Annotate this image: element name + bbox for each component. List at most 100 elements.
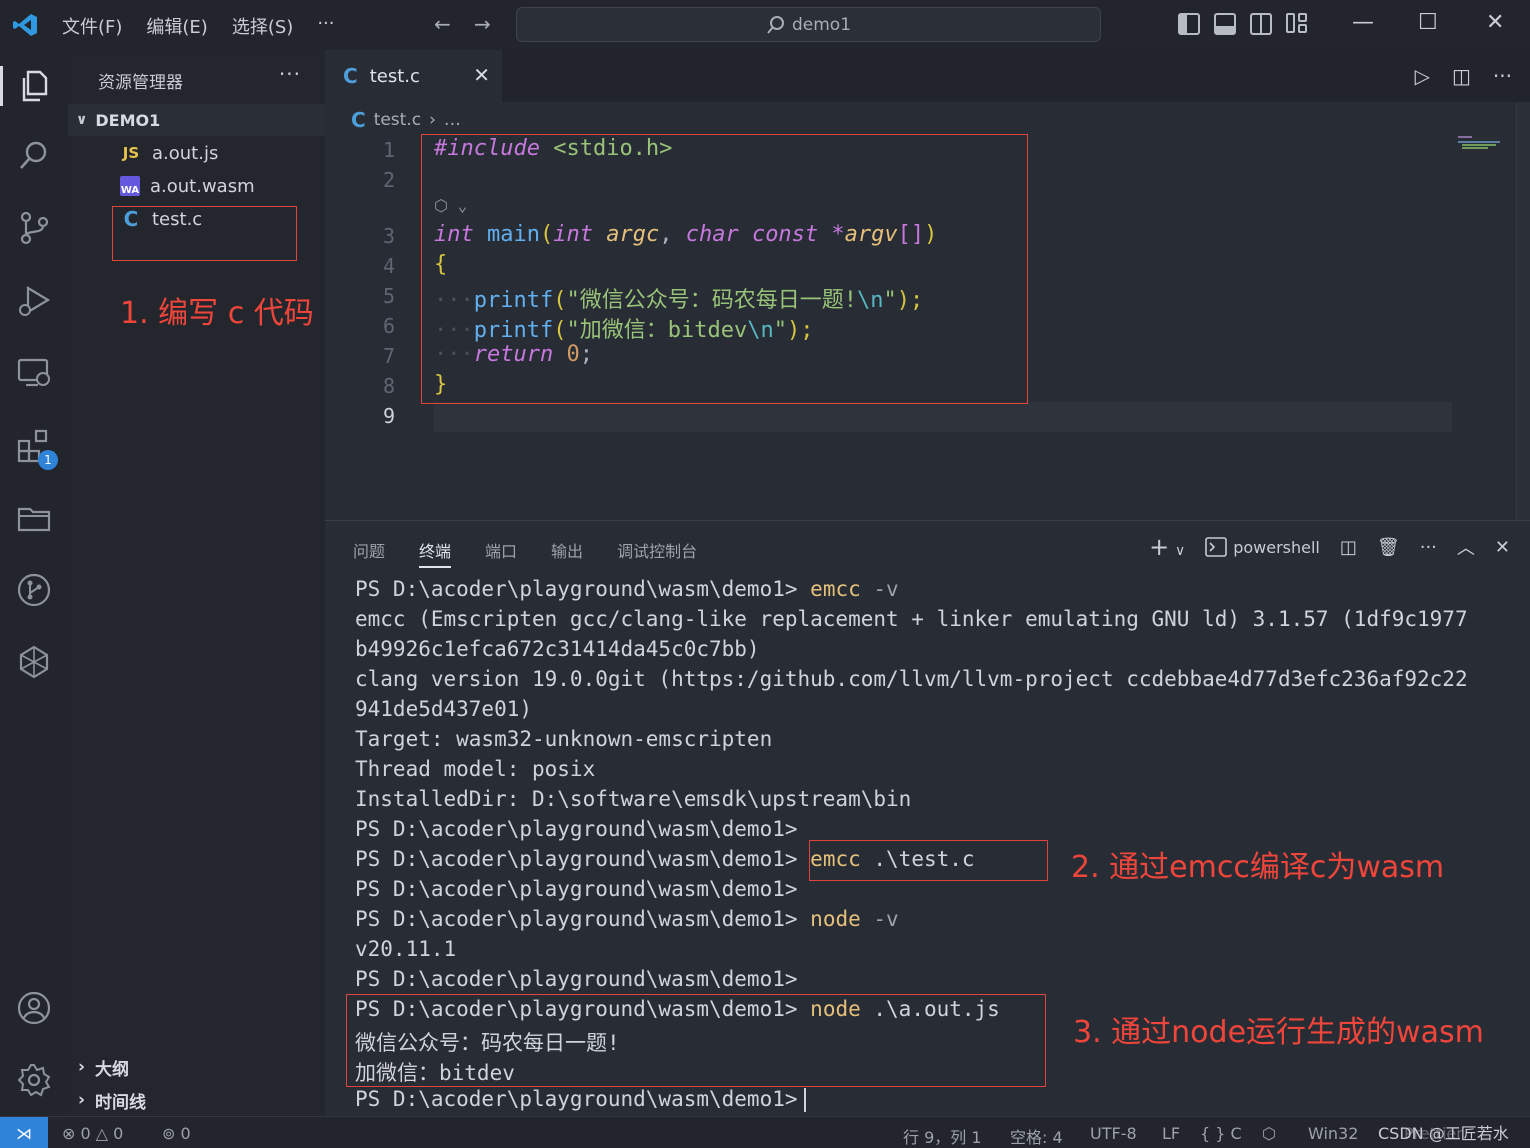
platform[interactable]: Win32 (1308, 1124, 1358, 1143)
panel-actions: + ∨ powershell ◫ 🗑 ··· ︿ ✕ (1149, 533, 1510, 561)
file-item-a-out-js[interactable]: JS a.out.js (120, 138, 219, 168)
language-mode[interactable]: { } C (1200, 1124, 1242, 1143)
new-terminal-button[interactable]: + ∨ (1149, 533, 1185, 561)
breadcrumb: C test.c › … (351, 108, 461, 132)
minimize-icon[interactable]: — (1352, 10, 1374, 35)
cursor-position[interactable]: 行 9，列 1 (903, 1124, 982, 1148)
menu-bar: 文件(F) 编辑(E) 选择(S) ··· (62, 13, 334, 39)
terminal-shell-selector[interactable]: powershell (1205, 537, 1320, 557)
accounts-icon[interactable] (14, 988, 54, 1028)
outline-section[interactable]: › 大纲 (78, 1052, 129, 1082)
terminal-line: PS D:\acoder\playground\wasm\demo1> emcc… (355, 577, 899, 601)
tab-ports[interactable]: 端口 (485, 538, 517, 568)
annotation-box-emcc (809, 840, 1048, 881)
prettier-extension-icon[interactable] (14, 642, 54, 682)
remote-explorer-icon[interactable] (14, 352, 54, 392)
problems-indicator[interactable]: ⊗ 0 △ 0 (62, 1124, 123, 1143)
more-actions-icon[interactable]: ··· (1420, 537, 1437, 558)
git-graph-icon[interactable] (14, 570, 54, 610)
maximize-icon[interactable]: ☐ (1418, 10, 1438, 35)
close-panel-icon[interactable]: ✕ (1495, 537, 1510, 558)
chevron-right-icon: › (78, 1057, 86, 1077)
tab-problems[interactable]: 问题 (353, 538, 385, 568)
maximize-panel-icon[interactable]: ︿ (1457, 534, 1475, 560)
file-item-a-out-wasm[interactable]: WA a.out.wasm (120, 171, 255, 201)
encoding[interactable]: UTF-8 (1090, 1124, 1137, 1143)
javascript-file-icon: JS (122, 144, 140, 162)
panel-tabs: 问题 终端 端口 输出 调试控制台 (353, 538, 697, 568)
breadcrumb-file[interactable]: test.c (374, 110, 421, 130)
line-number: 2 (382, 168, 395, 192)
run-debug-icon[interactable] (14, 280, 54, 320)
chevron-down-icon: ∨ (76, 112, 88, 128)
breadcrumb-rest[interactable]: … (444, 110, 461, 130)
end-of-line[interactable]: LF (1162, 1124, 1180, 1143)
run-icon[interactable]: ▷ (1415, 64, 1430, 88)
close-window-icon[interactable]: ✕ (1486, 10, 1504, 35)
line-number: 1 (382, 138, 395, 162)
settings-gear-icon[interactable] (14, 1060, 54, 1100)
indentation[interactable]: 空格: 4 (1010, 1124, 1063, 1148)
terminal-line: PS D:\acoder\playground\wasm\demo1> (355, 967, 798, 991)
annotation-step-1: 1. 编写 c 代码 (120, 296, 314, 331)
terminal-line: PS D:\acoder\playground\wasm\demo1> (355, 817, 798, 841)
menu-selection[interactable]: 选择(S) (232, 13, 293, 39)
forward-arrow-icon[interactable]: → (474, 12, 491, 36)
c-file-icon: C (343, 64, 358, 88)
explorer-more-actions[interactable]: ··· (279, 62, 301, 86)
wasm-file-icon: WA (120, 176, 140, 196)
split-terminal-icon[interactable]: ◫ (1340, 537, 1357, 558)
annotation-step-2: 2. 通过emcc编译c为wasm (1071, 850, 1445, 885)
editor-actions: ▷ ◫ ··· (1415, 64, 1512, 88)
terminal-icon (1205, 537, 1227, 557)
activity-bar: 1 (0, 50, 68, 1116)
menu-edit[interactable]: 编辑(E) (146, 13, 207, 39)
minimap[interactable] (1458, 136, 1500, 150)
editor-area: C test.c ✕ ▷ ◫ ··· C test.c › … 1 2 3 4 … (325, 50, 1530, 520)
close-icon[interactable]: ✕ (473, 63, 490, 87)
menu-file[interactable]: 文件(F) (62, 13, 122, 39)
trash-icon[interactable]: 🗑 (1377, 537, 1400, 558)
command-center-search[interactable]: demo1 (516, 7, 1101, 42)
line-number: 3 (382, 224, 395, 248)
bottom-panel: 问题 终端 端口 输出 调试控制台 + ∨ powershell ◫ 🗑 ···… (325, 520, 1530, 1116)
split-editor-icon[interactable]: ◫ (1452, 64, 1471, 88)
line-number: 6 (382, 314, 395, 338)
editor-scrollbar[interactable] (1516, 102, 1530, 520)
source-control-icon[interactable] (14, 208, 54, 248)
chevron-down-icon: ∨ (1174, 543, 1186, 559)
more-actions-icon[interactable]: ··· (1493, 64, 1512, 88)
folder-manager-icon[interactable] (14, 498, 54, 538)
file-name: a.out.wasm (150, 175, 255, 197)
toggle-secondary-sidebar-icon[interactable] (1250, 13, 1272, 35)
tab-terminal[interactable]: 终端 (419, 538, 452, 568)
menu-more[interactable]: ··· (317, 13, 334, 39)
explorer-icon[interactable] (0, 66, 54, 106)
tab-test-c[interactable]: C test.c ✕ (325, 50, 502, 102)
search-activity-icon[interactable] (14, 136, 54, 176)
back-arrow-icon[interactable]: ← (434, 12, 451, 36)
terminal-input-line[interactable]: PS D:\acoder\playground\wasm\demo1> (355, 1087, 806, 1112)
toggle-panel-icon[interactable] (1214, 13, 1236, 35)
toggle-primary-sidebar-icon[interactable] (1178, 13, 1200, 35)
line-number: 7 (382, 344, 395, 368)
status-bar: ⋊ ⊗ 0 △ 0 ⊚ 0 行 9，列 1 空格: 4 UTF-8 LF { }… (0, 1116, 1530, 1148)
timeline-section[interactable]: › 时间线 (78, 1085, 146, 1115)
title-bar: 文件(F) 编辑(E) 选择(S) ··· ← → demo1 — ☐ ✕ (0, 0, 1530, 50)
chevron-right-icon: › (78, 1090, 86, 1110)
extensions-icon[interactable]: 1 (14, 426, 58, 470)
customize-layout-icon[interactable] (1286, 13, 1308, 35)
explorer-title: 资源管理器 (98, 73, 183, 93)
terminal-line: PS D:\acoder\playground\wasm\demo1> node… (355, 907, 899, 931)
prettier-icon[interactable]: ⬡ (1262, 1124, 1276, 1143)
remote-indicator-icon[interactable]: ⋊ (0, 1117, 48, 1148)
tab-debug-console[interactable]: 调试控制台 (617, 538, 697, 568)
folder-demo1[interactable]: ∨ DEMO1 (68, 104, 325, 136)
chevron-right-icon: › (429, 110, 436, 130)
line-number: 8 (382, 374, 395, 398)
tab-output[interactable]: 输出 (551, 538, 583, 568)
command-center-text: demo1 (791, 14, 852, 35)
ports-indicator[interactable]: ⊚ 0 (162, 1124, 191, 1143)
search-icon (767, 15, 784, 34)
line-number: 5 (382, 284, 395, 308)
